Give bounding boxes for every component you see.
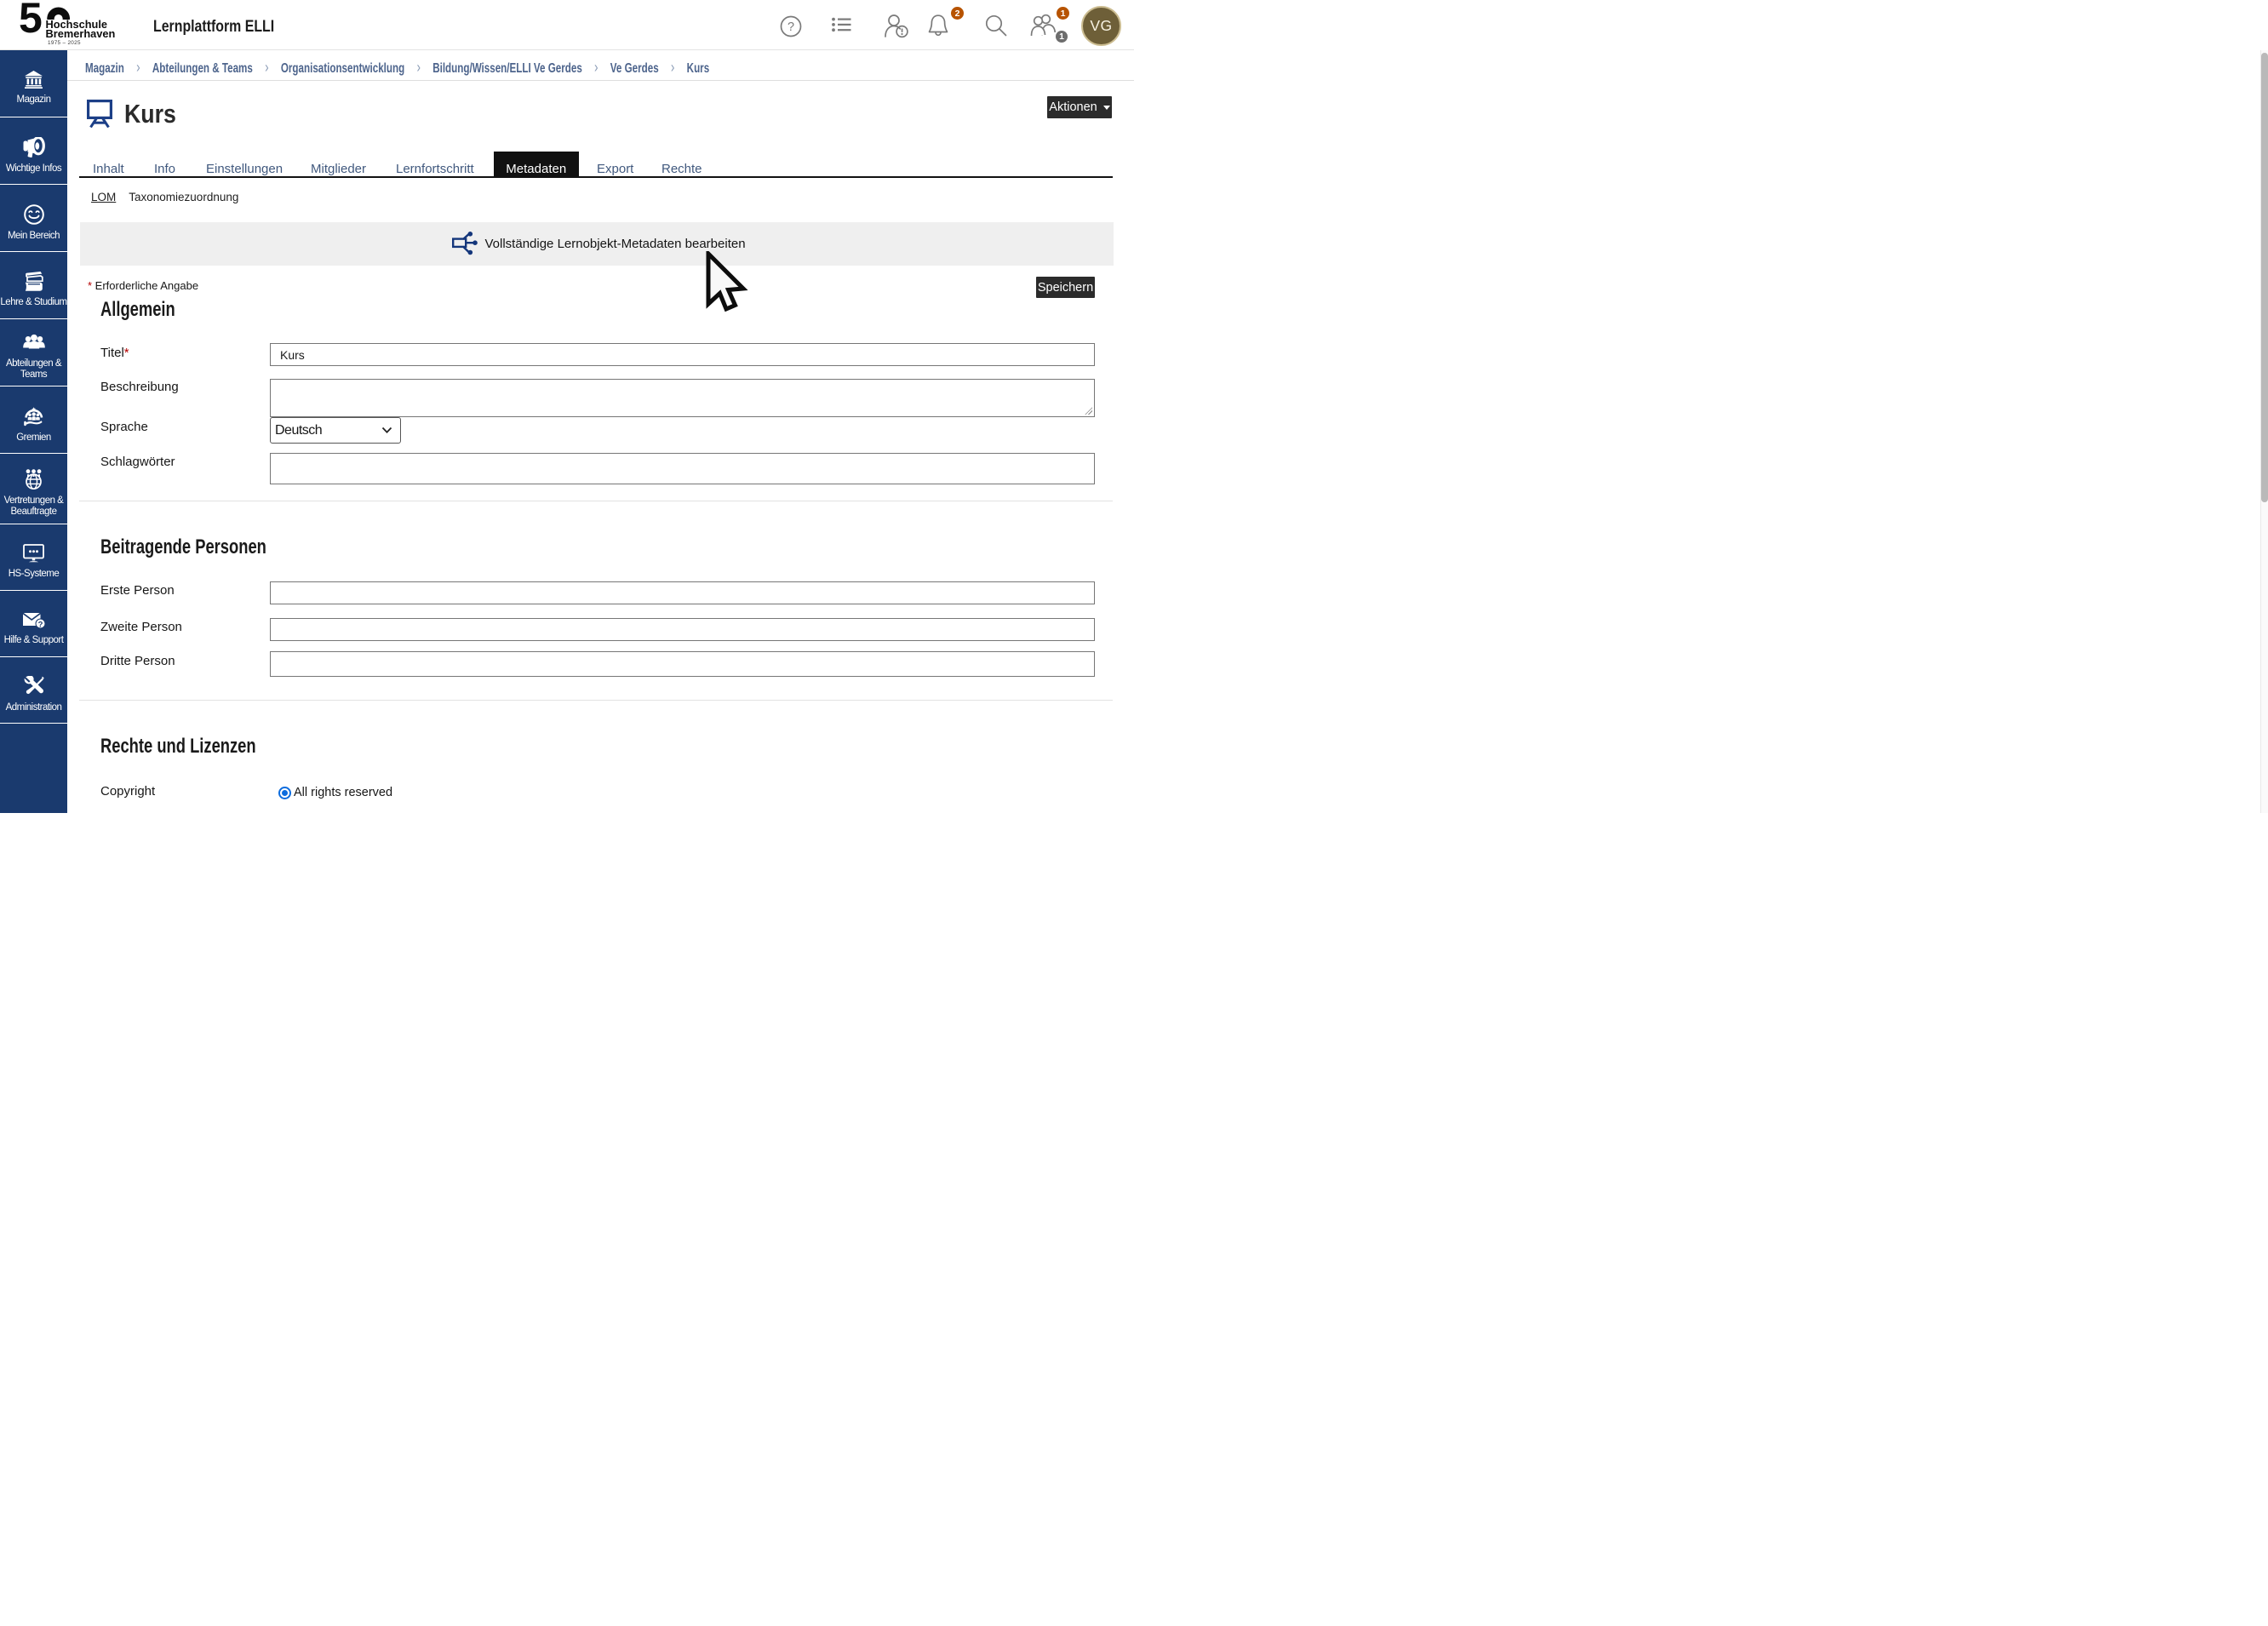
svg-text:?: ?: [38, 620, 43, 629]
svg-text:?: ?: [788, 20, 794, 34]
